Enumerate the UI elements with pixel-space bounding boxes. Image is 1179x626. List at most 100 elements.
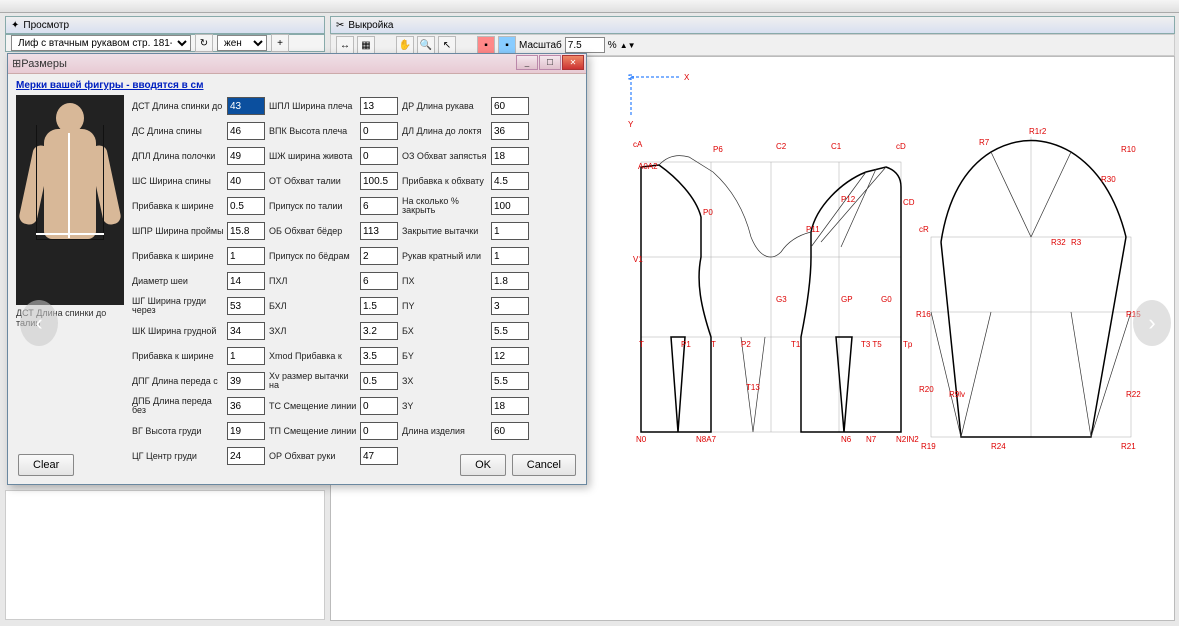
meas-input[interactable]	[227, 147, 265, 165]
svg-text:R1r2: R1r2	[1029, 127, 1047, 136]
svg-text:G3: G3	[776, 295, 787, 304]
meas-label: ВГ Высота груди	[132, 427, 224, 436]
meas-input[interactable]	[360, 222, 398, 240]
meas-row: ДПБ Длина переда без	[132, 395, 265, 417]
meas-label: ШПР Ширина проймы	[132, 227, 224, 236]
meas-input[interactable]	[360, 372, 398, 390]
clear-button[interactable]: Clear	[18, 454, 74, 476]
meas-input[interactable]	[360, 97, 398, 115]
pattern-select[interactable]: Лиф с втачным рукавом стр. 181-225	[11, 35, 191, 51]
meas-input[interactable]	[360, 447, 398, 465]
meas-input[interactable]	[491, 247, 529, 265]
meas-input[interactable]	[360, 322, 398, 340]
meas-input[interactable]	[227, 447, 265, 465]
meas-input[interactable]	[360, 347, 398, 365]
meas-input[interactable]	[360, 247, 398, 265]
meas-input[interactable]	[227, 97, 265, 115]
gender-select[interactable]: жен	[217, 35, 267, 51]
svg-text:P6: P6	[713, 145, 723, 154]
svg-text:R20: R20	[919, 385, 934, 394]
ok-button[interactable]: OK	[460, 454, 506, 476]
hand-button[interactable]: ✋	[396, 36, 414, 54]
meas-input[interactable]	[227, 397, 265, 415]
meas-input[interactable]	[227, 247, 265, 265]
meas-input[interactable]	[491, 172, 529, 190]
svg-text:R16: R16	[916, 310, 931, 319]
meas-input[interactable]	[491, 272, 529, 290]
preview-thumb-area	[5, 490, 325, 620]
meas-input[interactable]	[360, 297, 398, 315]
scale-spinner[interactable]: ▲▼	[620, 41, 636, 50]
svg-text:cA: cA	[633, 140, 643, 149]
meas-input[interactable]	[491, 347, 529, 365]
maximize-button[interactable]: ☐	[539, 55, 561, 70]
zoom-button[interactable]: 🔍	[417, 36, 435, 54]
meas-label: ПХЛ	[269, 277, 357, 286]
meas-input[interactable]	[491, 372, 529, 390]
refresh-button[interactable]: ↻	[195, 34, 213, 52]
meas-label: Длина изделия	[402, 427, 488, 436]
meas-input[interactable]	[227, 197, 265, 215]
meas-input[interactable]	[227, 272, 265, 290]
meas-label: На сколько % закрыть	[402, 197, 488, 215]
svg-text:R21: R21	[1121, 442, 1136, 451]
meas-input[interactable]	[360, 172, 398, 190]
meas-input[interactable]	[491, 322, 529, 340]
meas-label: ПХ	[402, 277, 488, 286]
meas-label: ТС Смещение линии	[269, 402, 357, 411]
meas-label: Прибавка к ширине	[132, 252, 224, 261]
svg-text:cR: cR	[919, 225, 929, 234]
meas-input[interactable]	[491, 97, 529, 115]
meas-input[interactable]	[227, 172, 265, 190]
meas-input[interactable]	[360, 122, 398, 140]
meas-input[interactable]	[491, 397, 529, 415]
meas-input[interactable]	[227, 222, 265, 240]
meas-row: ПХЛ	[269, 270, 398, 292]
meas-row: ШГ Ширина груди через	[132, 295, 265, 317]
meas-input[interactable]	[360, 197, 398, 215]
meas-input[interactable]	[491, 147, 529, 165]
meas-input[interactable]	[491, 197, 529, 215]
dialog-titlebar[interactable]: ⊞ Размеры _ ☐ ✕	[8, 54, 586, 74]
intro-link[interactable]: Мерки вашей фигуры - вводятся в см	[16, 80, 578, 91]
fit-button[interactable]: ▦	[357, 36, 375, 54]
nav-prev[interactable]: ‹	[20, 300, 58, 346]
measurements-grid: ДСТ Длина спинки доДС Длина спиныДПЛ Дли…	[132, 95, 578, 467]
minimize-button[interactable]: _	[516, 55, 538, 70]
pointer-button[interactable]: ↖	[438, 36, 456, 54]
meas-input[interactable]	[227, 347, 265, 365]
meas-input[interactable]	[227, 322, 265, 340]
meas-label: ДПГ Длина переда с	[132, 377, 224, 386]
meas-label: ДСТ Длина спинки до	[132, 102, 224, 111]
svg-text:T: T	[711, 340, 716, 349]
meas-input[interactable]	[491, 422, 529, 440]
pattern-panel: ✂ Выкройка	[330, 16, 1175, 34]
meas-input[interactable]	[360, 422, 398, 440]
meas-input[interactable]	[227, 372, 265, 390]
meas-input[interactable]	[227, 422, 265, 440]
meas-input[interactable]	[491, 122, 529, 140]
cancel-button[interactable]: Cancel	[512, 454, 576, 476]
meas-row: ВПК Высота плеча	[269, 120, 398, 142]
close-button[interactable]: ✕	[562, 55, 584, 70]
tool-red[interactable]: ▪	[477, 36, 495, 54]
meas-input[interactable]	[491, 222, 529, 240]
tool-blue[interactable]: ▪	[498, 36, 516, 54]
meas-input[interactable]	[360, 397, 398, 415]
meas-row: Закрытие вытачки	[402, 220, 529, 242]
meas-input[interactable]	[227, 122, 265, 140]
plus-button[interactable]: +	[271, 34, 289, 52]
meas-input[interactable]	[360, 147, 398, 165]
meas-row: ОТ Обхват талии	[269, 170, 398, 192]
scale-input[interactable]	[565, 37, 605, 53]
meas-input[interactable]	[227, 297, 265, 315]
svg-text:G0: G0	[881, 295, 892, 304]
meas-input[interactable]	[491, 297, 529, 315]
meas-row: ПХ	[402, 270, 529, 292]
meas-input[interactable]	[360, 272, 398, 290]
meas-row: ШПЛ Ширина плеча	[269, 95, 398, 117]
svg-text:T13: T13	[746, 383, 760, 392]
expand-h-button[interactable]: ↔	[336, 36, 354, 54]
meas-label: ОТ Обхват талии	[269, 177, 357, 186]
nav-next[interactable]: ›	[1133, 300, 1171, 346]
